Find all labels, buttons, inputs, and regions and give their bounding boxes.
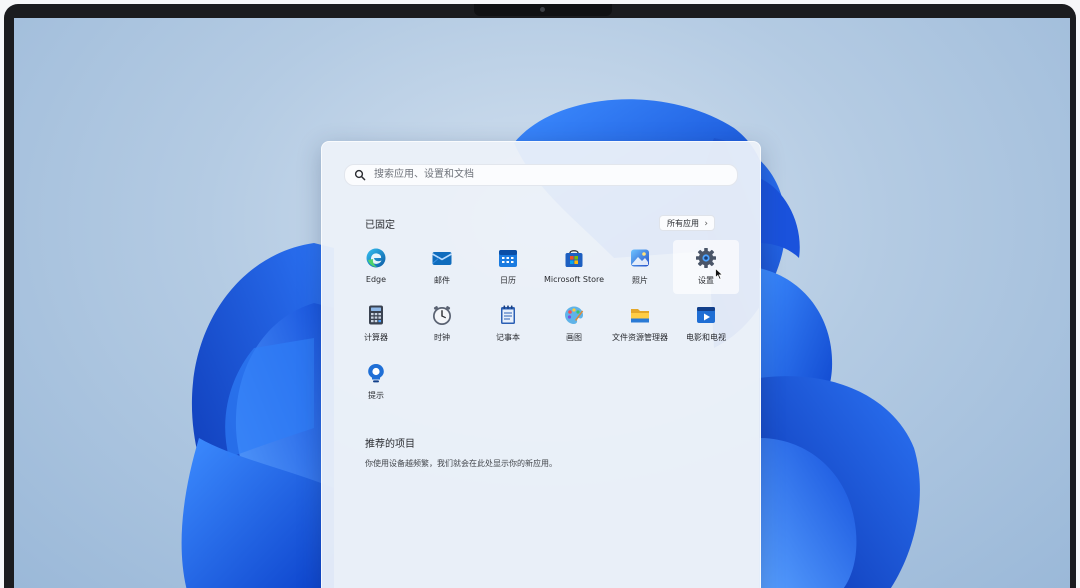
movies-tv-icon bbox=[697, 307, 715, 323]
search-input[interactable]: 搜索应用、设置和文档 bbox=[344, 164, 738, 186]
recommended-title: 推荐的项目 bbox=[365, 439, 415, 450]
clock-icon bbox=[433, 306, 451, 325]
calendar-icon bbox=[499, 250, 517, 267]
tips-icon bbox=[368, 364, 384, 383]
pinned-app-settings[interactable]: 设置 bbox=[673, 240, 739, 294]
page: 搜索应用、设置和文档 已固定 所有应用 › Edge 邮件 日历 Microso… bbox=[0, 0, 1080, 588]
recommended-empty-text: 你使用设备越频繁，我们就会在此处显示你的新应用。 bbox=[365, 459, 557, 468]
pinned-app-tips[interactable]: 提示 bbox=[343, 355, 409, 409]
start-menu: 搜索应用、设置和文档 已固定 所有应用 › Edge 邮件 日历 Microso… bbox=[321, 141, 761, 588]
search-icon bbox=[354, 169, 366, 181]
notepad-icon bbox=[501, 305, 515, 324]
gear-icon bbox=[696, 248, 716, 268]
app-label: 设置 bbox=[698, 276, 714, 285]
edge-icon bbox=[366, 248, 386, 268]
app-label: 电影和电视 bbox=[686, 333, 726, 342]
camera-notch bbox=[474, 4, 612, 16]
pinned-app-movies-tv[interactable]: 电影和电视 bbox=[673, 297, 739, 351]
pinned-title: 已固定 bbox=[365, 220, 395, 231]
paint-icon bbox=[565, 306, 584, 324]
mouse-cursor-icon bbox=[715, 268, 724, 280]
app-label: 提示 bbox=[368, 391, 384, 400]
mail-icon bbox=[432, 252, 452, 265]
all-apps-button[interactable]: 所有应用 › bbox=[659, 215, 715, 231]
photos-icon bbox=[631, 249, 649, 267]
store-icon bbox=[565, 250, 583, 267]
chevron-right-icon: › bbox=[704, 219, 708, 229]
pinned-app-calendar[interactable]: 日历 bbox=[475, 240, 541, 294]
folder-icon bbox=[631, 309, 649, 323]
camera-lens bbox=[540, 7, 545, 12]
search-placeholder: 搜索应用、设置和文档 bbox=[374, 169, 474, 180]
desktop-screen: 搜索应用、设置和文档 已固定 所有应用 › Edge 邮件 日历 Microso… bbox=[14, 18, 1070, 588]
all-apps-label: 所有应用 bbox=[667, 219, 699, 228]
calculator-icon bbox=[369, 305, 383, 325]
